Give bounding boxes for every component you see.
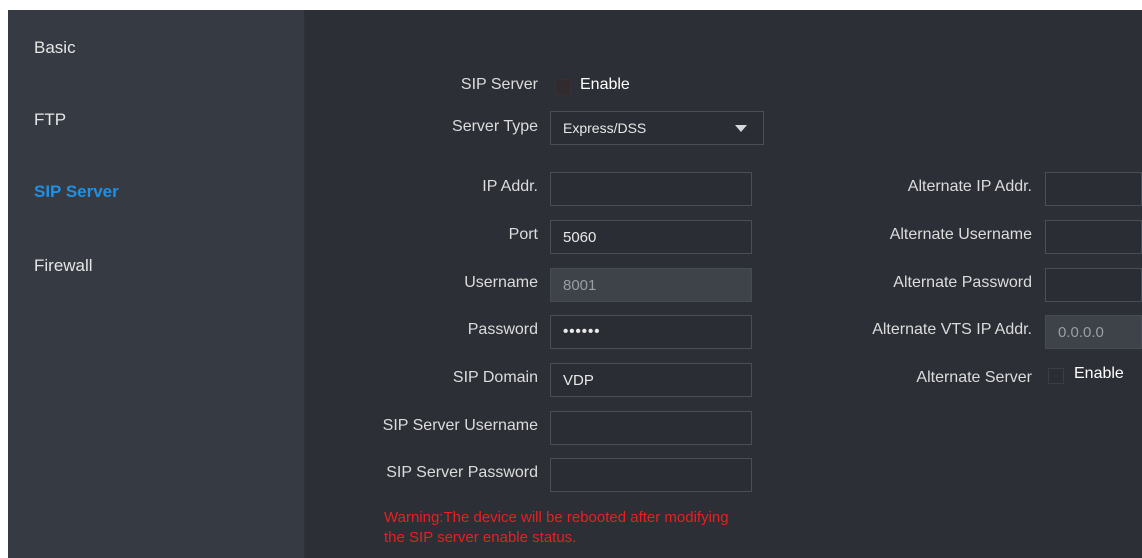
port-input[interactable]: [550, 220, 752, 254]
alternate-username-label: Alternate Username: [889, 226, 1032, 243]
sip-domain-label: SIP Domain: [452, 369, 538, 386]
warning-line-1: Warning:The device will be rebooted afte…: [384, 509, 729, 526]
sip-server-enable-label: Enable: [580, 76, 630, 93]
sip-server-enable-checkbox[interactable]: [555, 79, 571, 95]
password-input[interactable]: ••••••: [550, 315, 752, 349]
warning-line-2: the SIP server enable status.: [384, 529, 577, 546]
sip-server-password-label: SIP Server Password: [386, 464, 538, 481]
alternate-vts-ip-addr-label: Alternate VTS IP Addr.: [872, 321, 1032, 338]
alternate-server-label: Alternate Server: [916, 369, 1032, 386]
alternate-server-enable-label: Enable: [1074, 365, 1124, 382]
server-type-label: Server Type: [452, 118, 538, 135]
server-type-value: Express/DSS: [563, 120, 647, 136]
password-label: Password: [467, 321, 538, 338]
warning-message: Warning:The device will be rebooted afte…: [384, 508, 864, 548]
sidebar-item-sip-server[interactable]: SIP Server: [34, 182, 119, 202]
alternate-password-input[interactable]: [1045, 268, 1142, 302]
sip-server-username-input[interactable]: [550, 411, 752, 445]
port-label: Port: [508, 226, 538, 243]
alternate-ip-addr-input[interactable]: [1045, 172, 1142, 206]
sip-domain-input[interactable]: [550, 363, 752, 397]
sip-server-label: SIP Server: [460, 76, 538, 93]
username-label: Username: [464, 274, 538, 291]
alternate-password-label: Alternate Password: [893, 274, 1032, 291]
sidebar-item-firewall[interactable]: Firewall: [34, 256, 93, 276]
sip-server-password-input[interactable]: [550, 458, 752, 492]
alternate-vts-ip-addr-input[interactable]: [1045, 315, 1142, 349]
sidebar: Basic FTP SIP Server Firewall: [8, 10, 304, 558]
ip-addr-input[interactable]: [550, 172, 752, 206]
server-type-select[interactable]: Express/DSS: [550, 111, 764, 145]
alternate-username-input[interactable]: [1045, 220, 1142, 254]
alternate-ip-addr-label: Alternate IP Addr.: [907, 178, 1032, 195]
sip-server-username-label: SIP Server Username: [382, 417, 538, 434]
alternate-server-enable-checkbox[interactable]: [1048, 368, 1064, 384]
ip-addr-label: IP Addr.: [482, 178, 538, 195]
sidebar-item-basic[interactable]: Basic: [34, 38, 76, 58]
chevron-down-icon: [735, 125, 747, 132]
username-input[interactable]: [550, 268, 752, 302]
sidebar-item-ftp[interactable]: FTP: [34, 110, 66, 130]
